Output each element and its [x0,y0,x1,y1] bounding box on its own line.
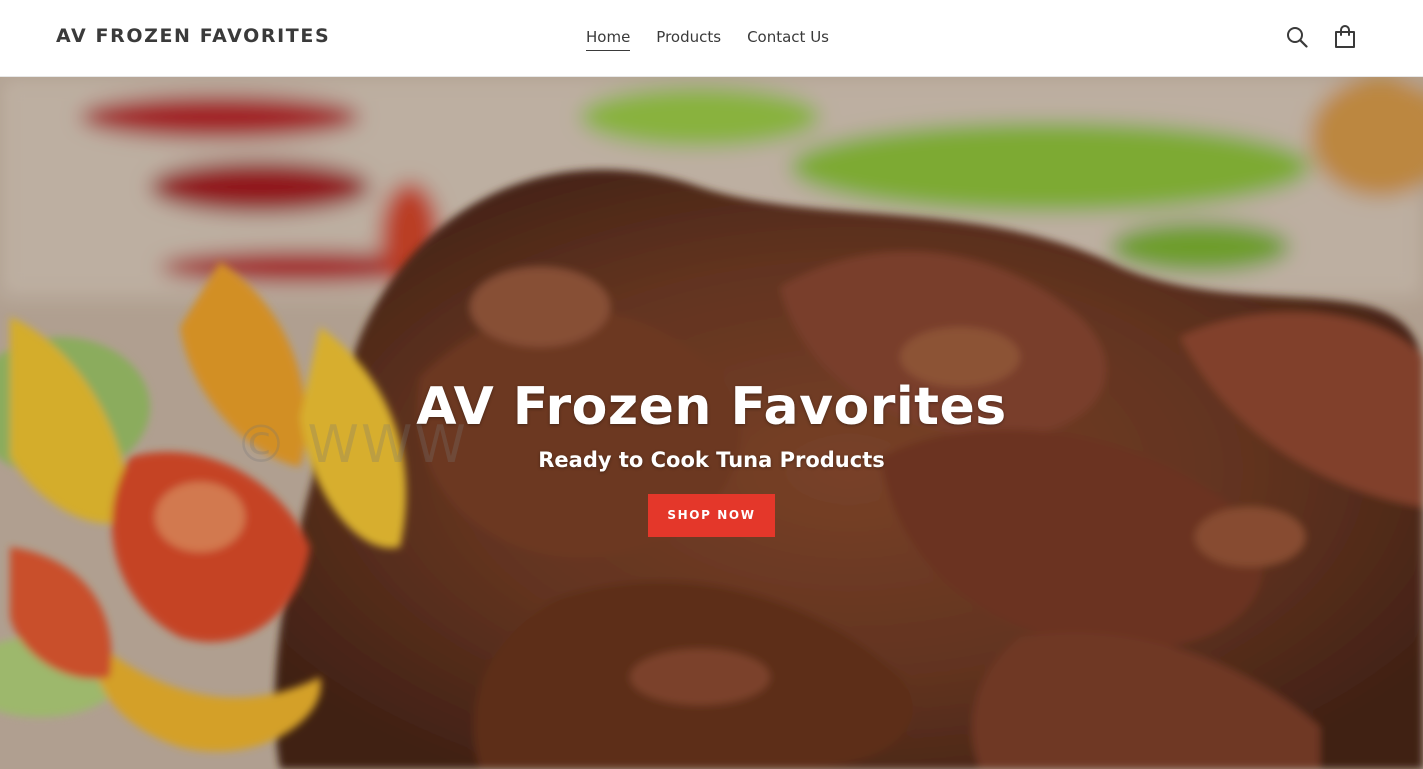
hero-content: AV Frozen Favorites Ready to Cook Tuna P… [0,374,1423,537]
search-icon[interactable] [1285,24,1309,50]
cart-icon[interactable] [1333,24,1357,50]
hero-title: AV Frozen Favorites [416,377,1007,437]
hero-subtitle: Ready to Cook Tuna Products [538,448,885,472]
site-header: AV FROZEN FAVORITES Home Products Contac… [0,0,1423,77]
hero-banner: © WWW AV Frozen Favorites Ready to Cook … [0,77,1423,769]
shop-now-button[interactable]: SHOP NOW [648,494,775,537]
nav-contact-us[interactable]: Contact Us [747,27,829,51]
header-icons [1285,24,1357,50]
nav-products[interactable]: Products [656,27,721,51]
nav-home[interactable]: Home [586,27,631,51]
site-logo[interactable]: AV FROZEN FAVORITES [56,25,330,47]
main-nav: Home Products Contact Us [586,27,829,51]
